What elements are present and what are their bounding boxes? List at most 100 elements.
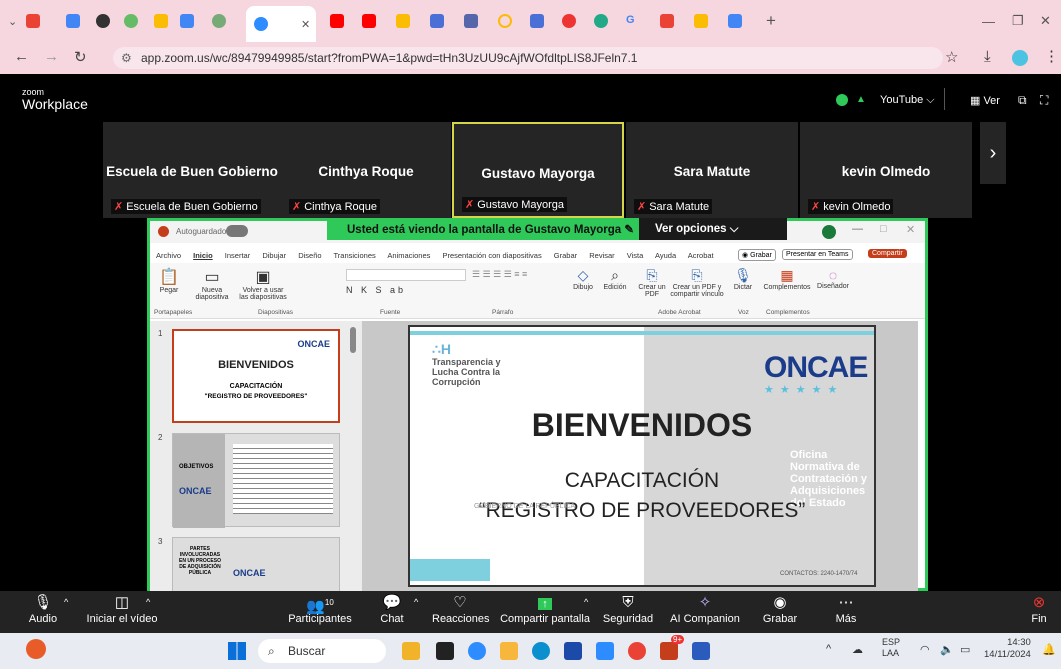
language-indicator[interactable]: ESP LAA <box>882 637 900 659</box>
avatar[interactable] <box>822 225 836 239</box>
tab-generic[interactable] <box>498 8 512 34</box>
close-icon[interactable]: ✕ <box>301 18 310 31</box>
youtube-stream-button[interactable]: YouTube ⌵ <box>880 94 935 107</box>
new-tab-button[interactable]: + <box>766 8 776 34</box>
tab-generic[interactable] <box>464 8 478 34</box>
chrome-icon[interactable] <box>628 642 646 660</box>
tab-archivo[interactable]: Archivo <box>156 251 181 260</box>
dictate-button[interactable]: 🎙 Dictar <box>730 267 756 315</box>
autosave-toggle[interactable] <box>226 225 248 237</box>
powerpoint-taskbar-icon[interactable] <box>660 642 678 660</box>
weather-icon[interactable] <box>26 639 46 659</box>
tab-gmail[interactable] <box>26 8 40 34</box>
participant-tile[interactable]: Cinthya Roque ✗ Cinthya Roque <box>281 122 451 218</box>
tab-generic[interactable] <box>594 8 608 34</box>
app-icon[interactable] <box>436 642 454 660</box>
slide-thumbnail[interactable]: OBJETIVOS ONCAE <box>172 433 340 528</box>
font-format-buttons[interactable]: N K S ab <box>346 285 406 295</box>
tab-grabar[interactable]: Grabar <box>554 251 577 260</box>
tab-youtube[interactable] <box>330 8 344 34</box>
record-button[interactable]: ◉ Grabar <box>738 249 776 261</box>
url-input[interactable]: ⚙ app.zoom.us/wc/89479949985/start?fromP… <box>113 47 943 69</box>
word-icon[interactable] <box>692 642 710 660</box>
end-meeting-button[interactable]: ⊗ Fin <box>1024 591 1054 633</box>
participant-tile-active-speaker[interactable]: Gustavo Mayorga ✗ Gustavo Mayorga <box>452 122 624 218</box>
view-options-button[interactable]: Ver opciones ⌵ <box>639 218 787 240</box>
zoom-app-icon[interactable] <box>596 642 614 660</box>
onedrive-icon[interactable]: ☁ <box>852 643 863 656</box>
clock[interactable]: 14:30 14/11/2024 <box>984 637 1031 661</box>
bell-icon[interactable]: 🔔 <box>1042 643 1056 656</box>
tab-drive[interactable] <box>396 8 410 34</box>
tab-vista[interactable]: Vista <box>627 251 644 260</box>
slide-scrollbar[interactable] <box>906 325 912 585</box>
tab-insertar[interactable]: Insertar <box>225 251 250 260</box>
chevron-up-icon[interactable]: ^ <box>414 597 418 607</box>
reactions-button[interactable]: ♡ Reacciones <box>432 591 489 633</box>
participant-tile[interactable]: kevin Olmedo ✗ kevin Olmedo <box>800 122 972 218</box>
tab-dibujar[interactable]: Dibujar <box>262 251 286 260</box>
tab-docs[interactable] <box>728 8 742 34</box>
forward-icon[interactable]: → <box>44 48 59 65</box>
tab-generic[interactable] <box>562 8 576 34</box>
tab-zoom-active[interactable]: ✕ <box>246 6 316 42</box>
taskbar-search[interactable]: ⌕ Buscar <box>258 639 386 663</box>
tab-drive[interactable] <box>694 8 708 34</box>
font-select[interactable] <box>346 269 466 281</box>
shield-check-icon[interactable] <box>836 94 848 106</box>
tab-revisar[interactable]: Revisar <box>589 251 614 260</box>
tab-ayuda[interactable]: Ayuda <box>655 251 676 260</box>
tab-calendar[interactable] <box>66 8 80 34</box>
pip-icon[interactable]: ⧉ <box>1018 93 1027 108</box>
tab-generic[interactable] <box>530 8 544 34</box>
audio-button[interactable]: 🎙 Audio <box>26 591 60 633</box>
more-button[interactable]: ⋯ Más <box>826 591 866 633</box>
tab-generic[interactable] <box>430 8 444 34</box>
tab-transiciones[interactable]: Transiciones <box>334 251 376 260</box>
ai-companion-button[interactable]: ✧ AI Companion <box>670 591 740 633</box>
ppt-maximize[interactable]: □ <box>880 223 887 235</box>
current-slide[interactable]: ∴H Transparencia y Lucha Contra la Corru… <box>408 325 876 587</box>
tab-generic[interactable] <box>96 8 110 34</box>
store-icon[interactable] <box>564 642 582 660</box>
share-screen-button[interactable]: ↑ Compartir pantalla <box>500 591 590 633</box>
back-icon[interactable]: ← <box>14 48 29 65</box>
chevron-up-icon[interactable]: ^ <box>146 597 150 607</box>
addins-button[interactable]: ▦ Complementos <box>762 267 812 315</box>
maximize-button[interactable]: ❐ <box>1012 8 1024 34</box>
tab-inicio[interactable]: Inicio <box>193 251 213 260</box>
drawing-button[interactable]: ◇ Dibujo <box>570 267 596 315</box>
battery-icon[interactable]: ▭ <box>960 643 970 656</box>
chevron-up-icon[interactable]: ^ <box>584 597 588 607</box>
slide-thumbnail[interactable]: BIENVENIDOS ONCAE CAPACITACIÓN "REGISTRO… <box>172 329 340 423</box>
present-teams-button[interactable]: Presentar en Teams <box>782 249 853 260</box>
tab-search-icon[interactable]: ⌄ <box>8 8 17 34</box>
app-icon[interactable] <box>468 642 486 660</box>
tab-docs[interactable] <box>180 8 194 34</box>
tab-generic[interactable] <box>124 8 138 34</box>
tab-presentacion[interactable]: Presentación con diapositivas <box>442 251 541 260</box>
window-close-button[interactable]: ✕ <box>1040 8 1051 34</box>
slide-thumbnail[interactable]: PARTES INVOLUCRADAS EN UN PROCESO DE ADQ… <box>172 537 340 591</box>
tab-youtube[interactable] <box>362 8 376 34</box>
tab-generic[interactable] <box>212 8 226 34</box>
minimize-button[interactable]: — <box>982 8 995 34</box>
tab-drive[interactable] <box>154 8 168 34</box>
bookmark-star-icon[interactable]: ☆ <box>945 48 958 66</box>
new-slide-button[interactable]: ▭ Nueva diapositiva <box>192 267 232 315</box>
participant-tile[interactable]: Escuela de Buen Gobierno ✗ Escuela de Bue… <box>103 122 281 218</box>
edge-icon[interactable] <box>532 642 550 660</box>
chevron-up-icon[interactable]: ^ <box>826 643 831 655</box>
create-pdf-button[interactable]: ⎘ Crear un PDF <box>638 267 666 315</box>
share-button[interactable]: Compartir <box>868 249 907 258</box>
tab-gmail[interactable] <box>660 8 674 34</box>
download-icon[interactable]: ⤓ <box>984 48 991 65</box>
app-icon[interactable] <box>500 642 518 660</box>
file-explorer-icon[interactable] <box>402 642 420 660</box>
reload-icon[interactable]: ↻ <box>74 48 87 66</box>
profile-avatar[interactable] <box>1012 50 1028 66</box>
security-button[interactable]: ⛨ Seguridad <box>602 591 654 633</box>
reuse-slides-button[interactable]: ▣ Volver a usar las diapositivas <box>238 267 288 315</box>
participant-tile[interactable]: Sara Matute ✗ Sara Matute <box>626 122 798 218</box>
wifi-icon[interactable]: ◠ <box>920 643 930 656</box>
